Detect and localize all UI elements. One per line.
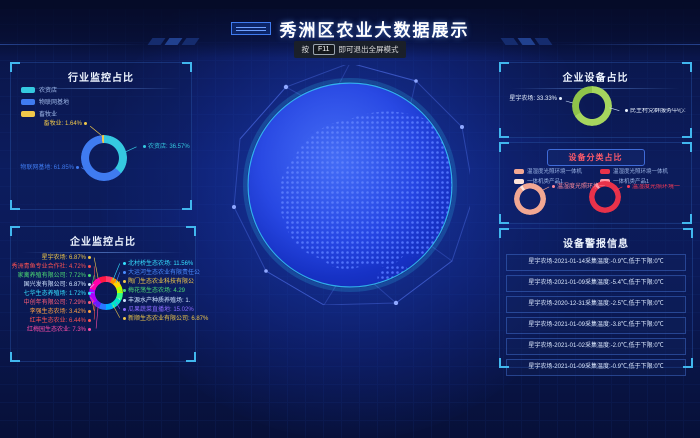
panel-title: 设备分类占比 — [547, 149, 645, 166]
chart-callout: 中创年有限公司: 7.29% — [11, 300, 93, 307]
alarm-row: 星宇农场-2021-01-09采集温度:-5.4℃,低于下限:0℃ — [506, 275, 686, 292]
f11-key-label: F11 — [313, 44, 335, 55]
legend-item[interactable]: 温湿度光照环境一体机 — [600, 167, 668, 175]
chart-callout: 新顺生态农业有限公司: 6.87% — [121, 316, 208, 323]
dashboard-screen: 秀洲区农业大数据展示 按 F11 即可退出全屏模式 行业监控占比 农资店 物联网… — [0, 0, 700, 438]
tip-prefix: 按 — [301, 44, 309, 55]
alarm-row: 星宇农场-2021-01-14采集温度:-0.9℃,低于下限:0℃ — [506, 254, 686, 271]
chart-callout: 红梅园生态农业: 7.3% — [11, 327, 93, 334]
chart-callout: 李强生态农场: 3.42% — [11, 309, 93, 316]
alarm-row: 星宇农场-2021-01-09采集温度:-3.8℃,低于下限:0℃ — [506, 317, 686, 334]
legend-item[interactable]: 物联网基地 — [21, 97, 69, 106]
chart-callout: 物联网基地: 61.85% — [13, 165, 81, 172]
category-donut-left[interactable] — [514, 183, 546, 215]
chart-callout: 陶门生态农业科技有限公 — [121, 279, 194, 286]
enterprise-donut-chart[interactable] — [89, 276, 123, 310]
industry-legend: 农资店 物联网基地 畜牧业 — [21, 85, 69, 121]
legend-item[interactable]: 畜牧业 — [21, 109, 69, 118]
panel-device-category: 设备分类占比 温湿度光照环境一体机 一体机类产品1 温湿度光照环境一体机 一体机… — [499, 142, 692, 224]
device-donut-chart[interactable] — [572, 86, 612, 126]
legend-swatch — [21, 111, 35, 117]
chart-callout: 民主村党群服务中心: — [623, 108, 691, 115]
chart-callout: 农资店: 36.57% — [141, 144, 190, 151]
chart-callout: 大运河生态农业有限责任公 — [121, 270, 200, 277]
globe-graphic — [230, 65, 470, 305]
panel-title: 行业监控占比 — [11, 63, 191, 84]
page-title: 秀洲区农业大数据展示 — [280, 16, 470, 41]
legend-item[interactable]: 农资店 — [21, 85, 69, 94]
industry-donut-chart[interactable] — [81, 135, 127, 181]
title-underline — [22, 252, 184, 253]
chart-callout: 丰源水产种质养殖场: 1. — [121, 298, 190, 305]
chart-callout: 红丰生态农业: 6.44% — [11, 318, 93, 325]
alarm-row: 星宇农场-2020-12-31采集温度:-2.5℃,低于下限:0℃ — [506, 296, 686, 313]
chart-callout: 七华生态养殖场: 1.72% — [11, 291, 93, 298]
alarm-row: 星宇农场-2021-01-02采集温度:-2.0℃,低于下限:0℃ — [506, 338, 686, 355]
chart-callout: 梅花荡生态农场: 4.29 — [121, 288, 185, 295]
panel-title: 企业设备占比 — [500, 63, 691, 84]
panel-enterprise-device: 企业设备占比 星宇农场: 33.33% 民主村党群服务中心: — [499, 62, 692, 138]
legend-item[interactable]: 温湿度光照环境一体机 — [514, 167, 582, 175]
chart-callout: 星宇农场: 33.33% — [502, 96, 564, 103]
chart-callout: 瓜果蔬菜直播地: 15.02% — [121, 307, 194, 314]
legend-swatch — [21, 99, 35, 105]
chart-callout: 星宇农场: 6.87% — [11, 255, 93, 262]
tip-suffix: 即可退出全屏模式 — [339, 44, 399, 55]
panel-enterprise-monitor: 企业监控占比 星宇农场: 6.87% 秀洲青鱼专业合作社: 4.72% 家禽养殖… — [10, 226, 196, 362]
chart-callout: 国兴发有限公司: 6.87% — [11, 282, 93, 289]
panel-industry-monitor: 行业监控占比 农资店 物联网基地 畜牧业 畜牧业: 1.64% 农资店: 36.… — [10, 62, 192, 210]
chart-callout: 北村桥生态农场: 11.56% — [121, 261, 193, 268]
panel-title: 企业监控占比 — [11, 227, 195, 248]
chart-callout: 畜牧业: 1.64% — [17, 121, 89, 128]
panel-title: 设备警报信息 — [506, 229, 686, 250]
alarm-row: 星宇农场-2021-01-09采集温度:-0.9℃,低于下限:0℃ — [506, 359, 686, 376]
header: 秀洲区农业大数据展示 按 F11 即可退出全屏模式 — [0, 0, 700, 58]
chart-callout: 家禽养殖有限公司: 7.72% — [11, 273, 93, 280]
chart-callout: 温湿度光照环境一 — [625, 184, 691, 191]
chart-callout: 温湿度光照环境一 — [550, 184, 605, 191]
chart-callout: 秀洲青鱼专业合作社: 4.72% — [11, 264, 93, 271]
legend-swatch — [21, 87, 35, 93]
fullscreen-tip: 按 F11 即可退出全屏模式 — [294, 41, 405, 58]
logo-badge — [231, 22, 271, 35]
panel-device-alarms: 设备警报信息 星宇农场-2021-01-14采集温度:-0.9℃,低于下限:0℃… — [499, 228, 693, 368]
